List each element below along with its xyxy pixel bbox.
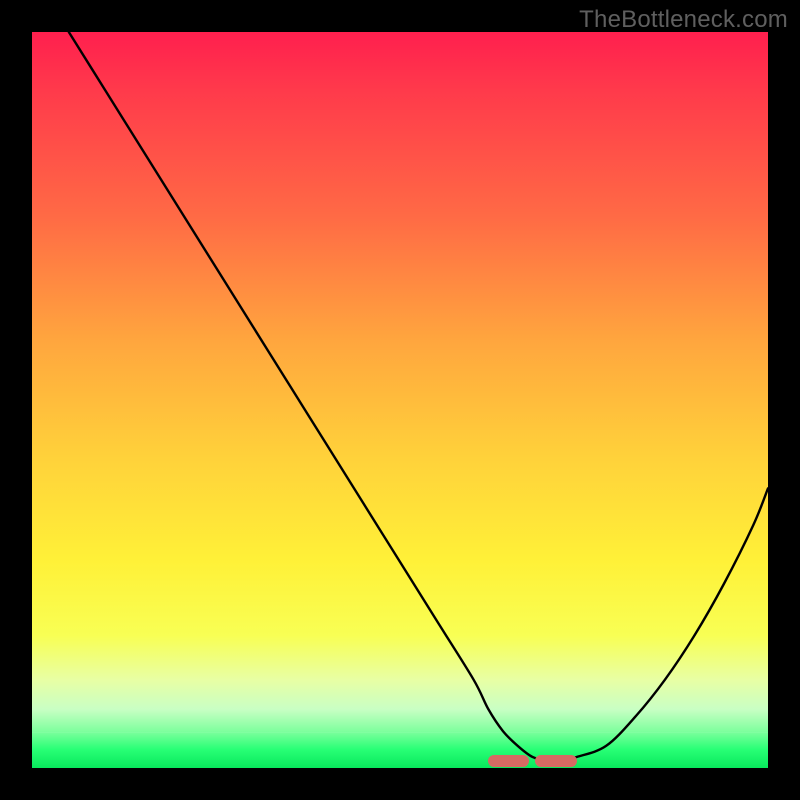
plot-area	[32, 32, 768, 768]
chart-frame: TheBottleneck.com	[0, 0, 800, 800]
minimum-marker-right	[535, 755, 576, 767]
bottleneck-curve	[32, 32, 768, 768]
watermark-text: TheBottleneck.com	[579, 6, 788, 34]
minimum-marker-left	[488, 755, 529, 767]
